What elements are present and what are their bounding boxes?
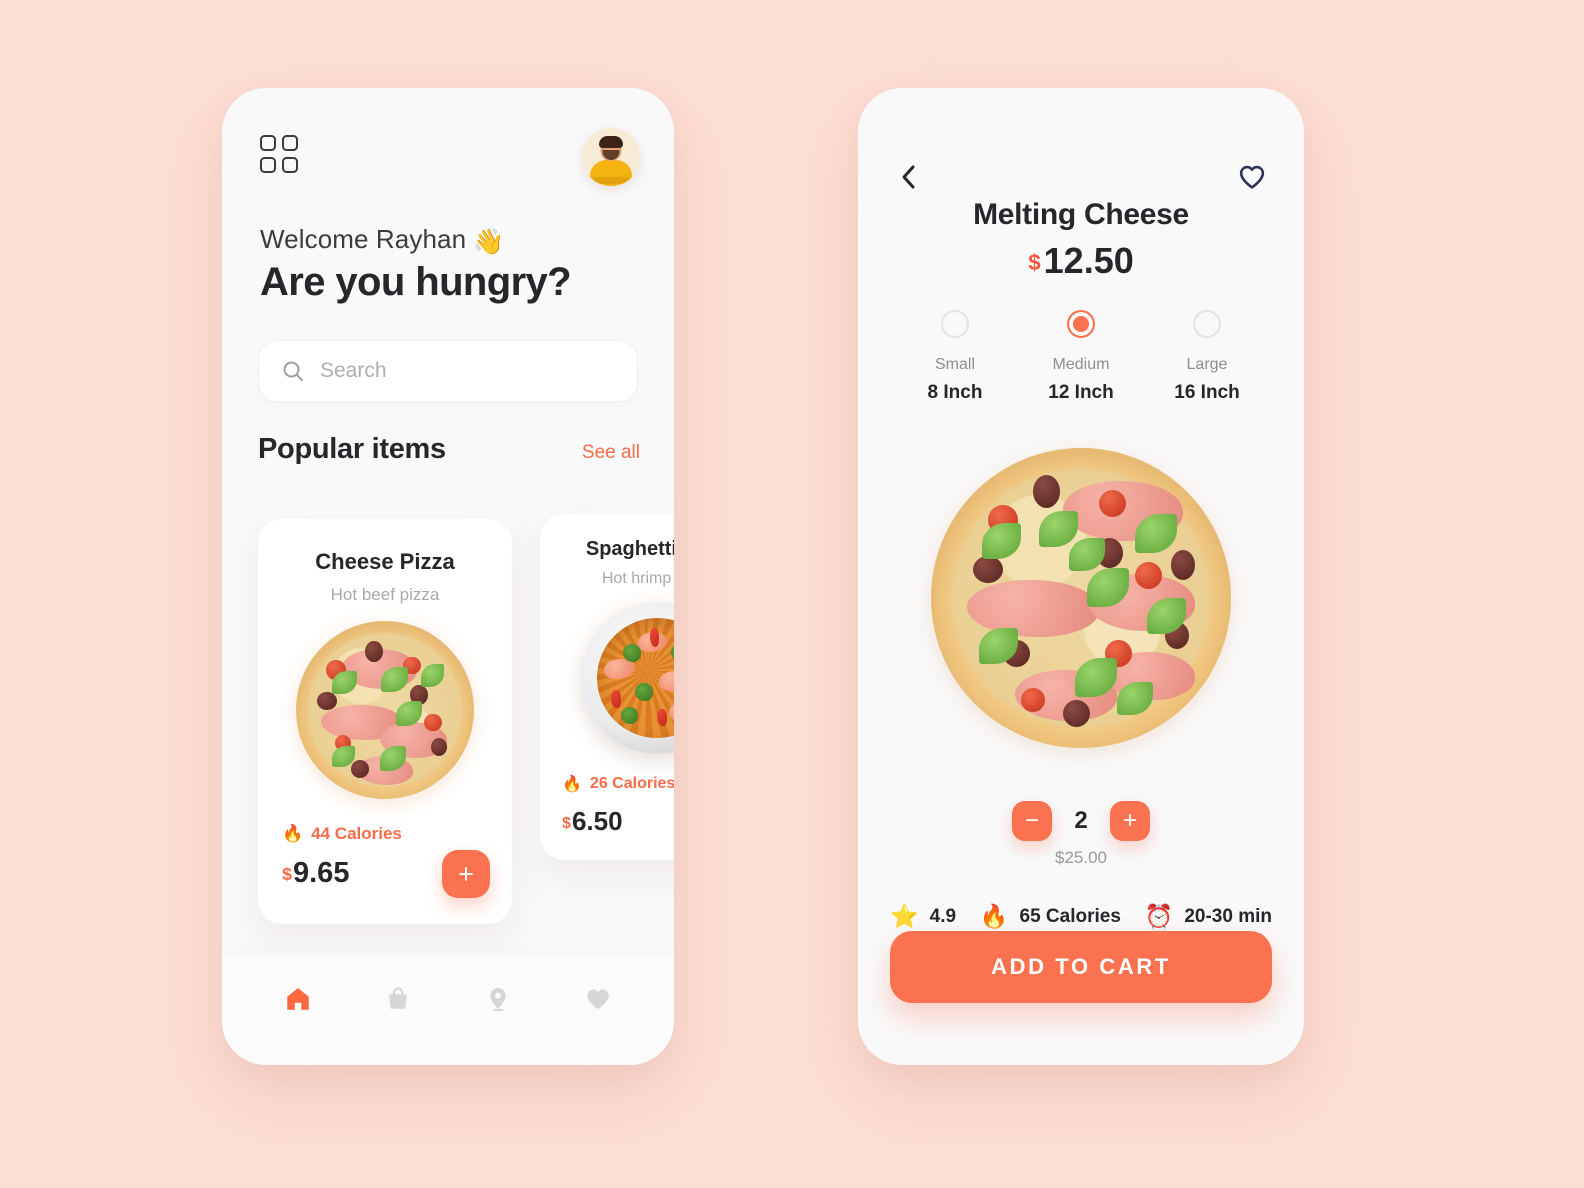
food-card-title: Cheese Pizza (315, 549, 455, 574)
radio-medium[interactable] (1067, 310, 1095, 338)
nav-item-location[interactable] (475, 976, 521, 1022)
fire-icon: 🔥 (282, 824, 304, 843)
food-card-price: $6.50 (562, 806, 623, 837)
food-card-title: Spaghetti Orzo (585, 538, 674, 560)
size-dimension: 16 Inch (1174, 382, 1240, 403)
nav-item-home[interactable] (275, 976, 321, 1022)
location-pin-icon (490, 988, 506, 1011)
size-selector: Small 8 Inch Medium 12 Inch Large 16 Inc… (892, 310, 1270, 404)
add-to-cart-button[interactable]: ADD TO CART (890, 931, 1272, 1003)
product-hero-image (858, 428, 1304, 768)
back-button[interactable] (892, 160, 926, 194)
see-all-link[interactable]: See all (582, 442, 640, 464)
stat-calories: 🔥 65 Calories (980, 903, 1121, 930)
food-card-calories: 🔥 26 Calories (562, 774, 674, 794)
radio-small[interactable] (941, 310, 969, 338)
stat-delivery-time: ⏰ 20-30 min (1145, 903, 1272, 930)
size-label: Large (1186, 356, 1228, 373)
food-card-calories: 🔥 44 Calories (282, 824, 402, 844)
search-icon (283, 361, 303, 381)
nav-item-favorites[interactable] (575, 976, 621, 1022)
section-title: Popular items (258, 433, 446, 465)
delivery-time-value: 20-30 min (1184, 905, 1272, 927)
quantity-value: 2 (1074, 807, 1088, 834)
size-option-large[interactable]: Large 16 Inch (1144, 310, 1270, 404)
search-input[interactable]: Search (258, 340, 638, 402)
product-stats: ⭐ 4.9 🔥 65 Calories ⏰ 20-30 min (890, 903, 1272, 930)
calories-label: 44 Calories (311, 824, 402, 843)
stat-rating: ⭐ 4.9 (890, 903, 956, 930)
food-card-price: $9.65 (282, 857, 349, 890)
waving-hand-icon: 👋 (473, 228, 505, 256)
food-card-subtitle: Hot hrimp spicy (601, 570, 674, 587)
size-option-medium[interactable]: Medium 12 Inch (1018, 310, 1144, 404)
rating-value: 4.9 (929, 905, 957, 927)
bag-icon (389, 987, 407, 1009)
greeting-text: Welcome Rayhan 👋 (260, 224, 504, 257)
size-dimension: 8 Inch (927, 382, 983, 403)
fire-icon: 🔥 (979, 903, 1009, 929)
size-label: Small (934, 356, 975, 373)
detail-top-bar (892, 160, 1270, 200)
home-top-bar (260, 128, 640, 190)
home-icon (287, 988, 309, 1010)
heart-icon (587, 989, 609, 1010)
nav-item-bag[interactable] (375, 976, 421, 1022)
size-dimension: 12 Inch (1048, 382, 1114, 403)
avatar[interactable] (582, 128, 640, 186)
avatar-arms (591, 177, 631, 184)
food-card-image (258, 605, 512, 815)
quantity-total-price: $25.00 (1055, 848, 1107, 867)
popular-items-header: Popular items See all (258, 433, 640, 466)
calories-value: 65 Calories (1019, 905, 1121, 927)
food-card-cheese-pizza[interactable]: Cheese Pizza Hot beef pizza 🔥 44 Calorie… (258, 519, 512, 924)
radio-large[interactable] (1193, 310, 1221, 338)
bottom-navigation (222, 955, 674, 1065)
favorite-button[interactable] (1234, 160, 1270, 194)
product-price: $12.50 (858, 240, 1304, 282)
currency-symbol: $ (1028, 250, 1041, 275)
food-card-spaghetti-orzo[interactable]: Spaghetti Orzo Hot hrimp spicy (540, 514, 674, 860)
size-label: Medium (1052, 356, 1110, 373)
increase-quantity-button[interactable]: + (1110, 801, 1150, 841)
app-mockup-stage: Welcome Rayhan 👋 Are you hungry? Search P… (0, 0, 1584, 1188)
currency-symbol: $ (562, 814, 571, 832)
product-title: Melting Cheese (973, 198, 1189, 231)
food-card-subtitle: Hot beef pizza (330, 585, 440, 604)
detail-screen-phone: Melting Cheese $12.50 Small 8 Inch Mediu… (858, 88, 1304, 1065)
page-title: Are you hungry? (260, 260, 572, 304)
size-option-small[interactable]: Small 8 Inch (892, 310, 1018, 404)
chevron-left-icon (902, 165, 915, 189)
avatar-hair (599, 136, 623, 148)
pizza-illustration (296, 621, 474, 799)
pizza-illustration (931, 448, 1231, 748)
quantity-stepper: − 2 + (858, 801, 1304, 841)
search-placeholder: Search (320, 359, 387, 382)
clock-icon: ⏰ (1144, 903, 1174, 929)
currency-symbol: $ (282, 864, 292, 884)
greeting-label: Welcome Rayhan (260, 224, 467, 254)
calories-label: 26 Calories (589, 775, 674, 792)
price-value: 12.50 (1043, 240, 1134, 281)
star-icon: ⭐ (890, 903, 919, 929)
decrease-quantity-button[interactable]: − (1012, 801, 1052, 841)
price-value: 9.65 (293, 857, 350, 889)
grid-menu-icon[interactable] (260, 135, 300, 175)
heart-outline-icon (1239, 165, 1265, 189)
add-item-button[interactable]: + (442, 850, 490, 898)
fire-icon: 🔥 (562, 776, 582, 793)
price-value: 6.50 (571, 806, 623, 836)
home-screen-phone: Welcome Rayhan 👋 Are you hungry? Search P… (222, 88, 674, 1065)
food-card-image (540, 588, 674, 768)
